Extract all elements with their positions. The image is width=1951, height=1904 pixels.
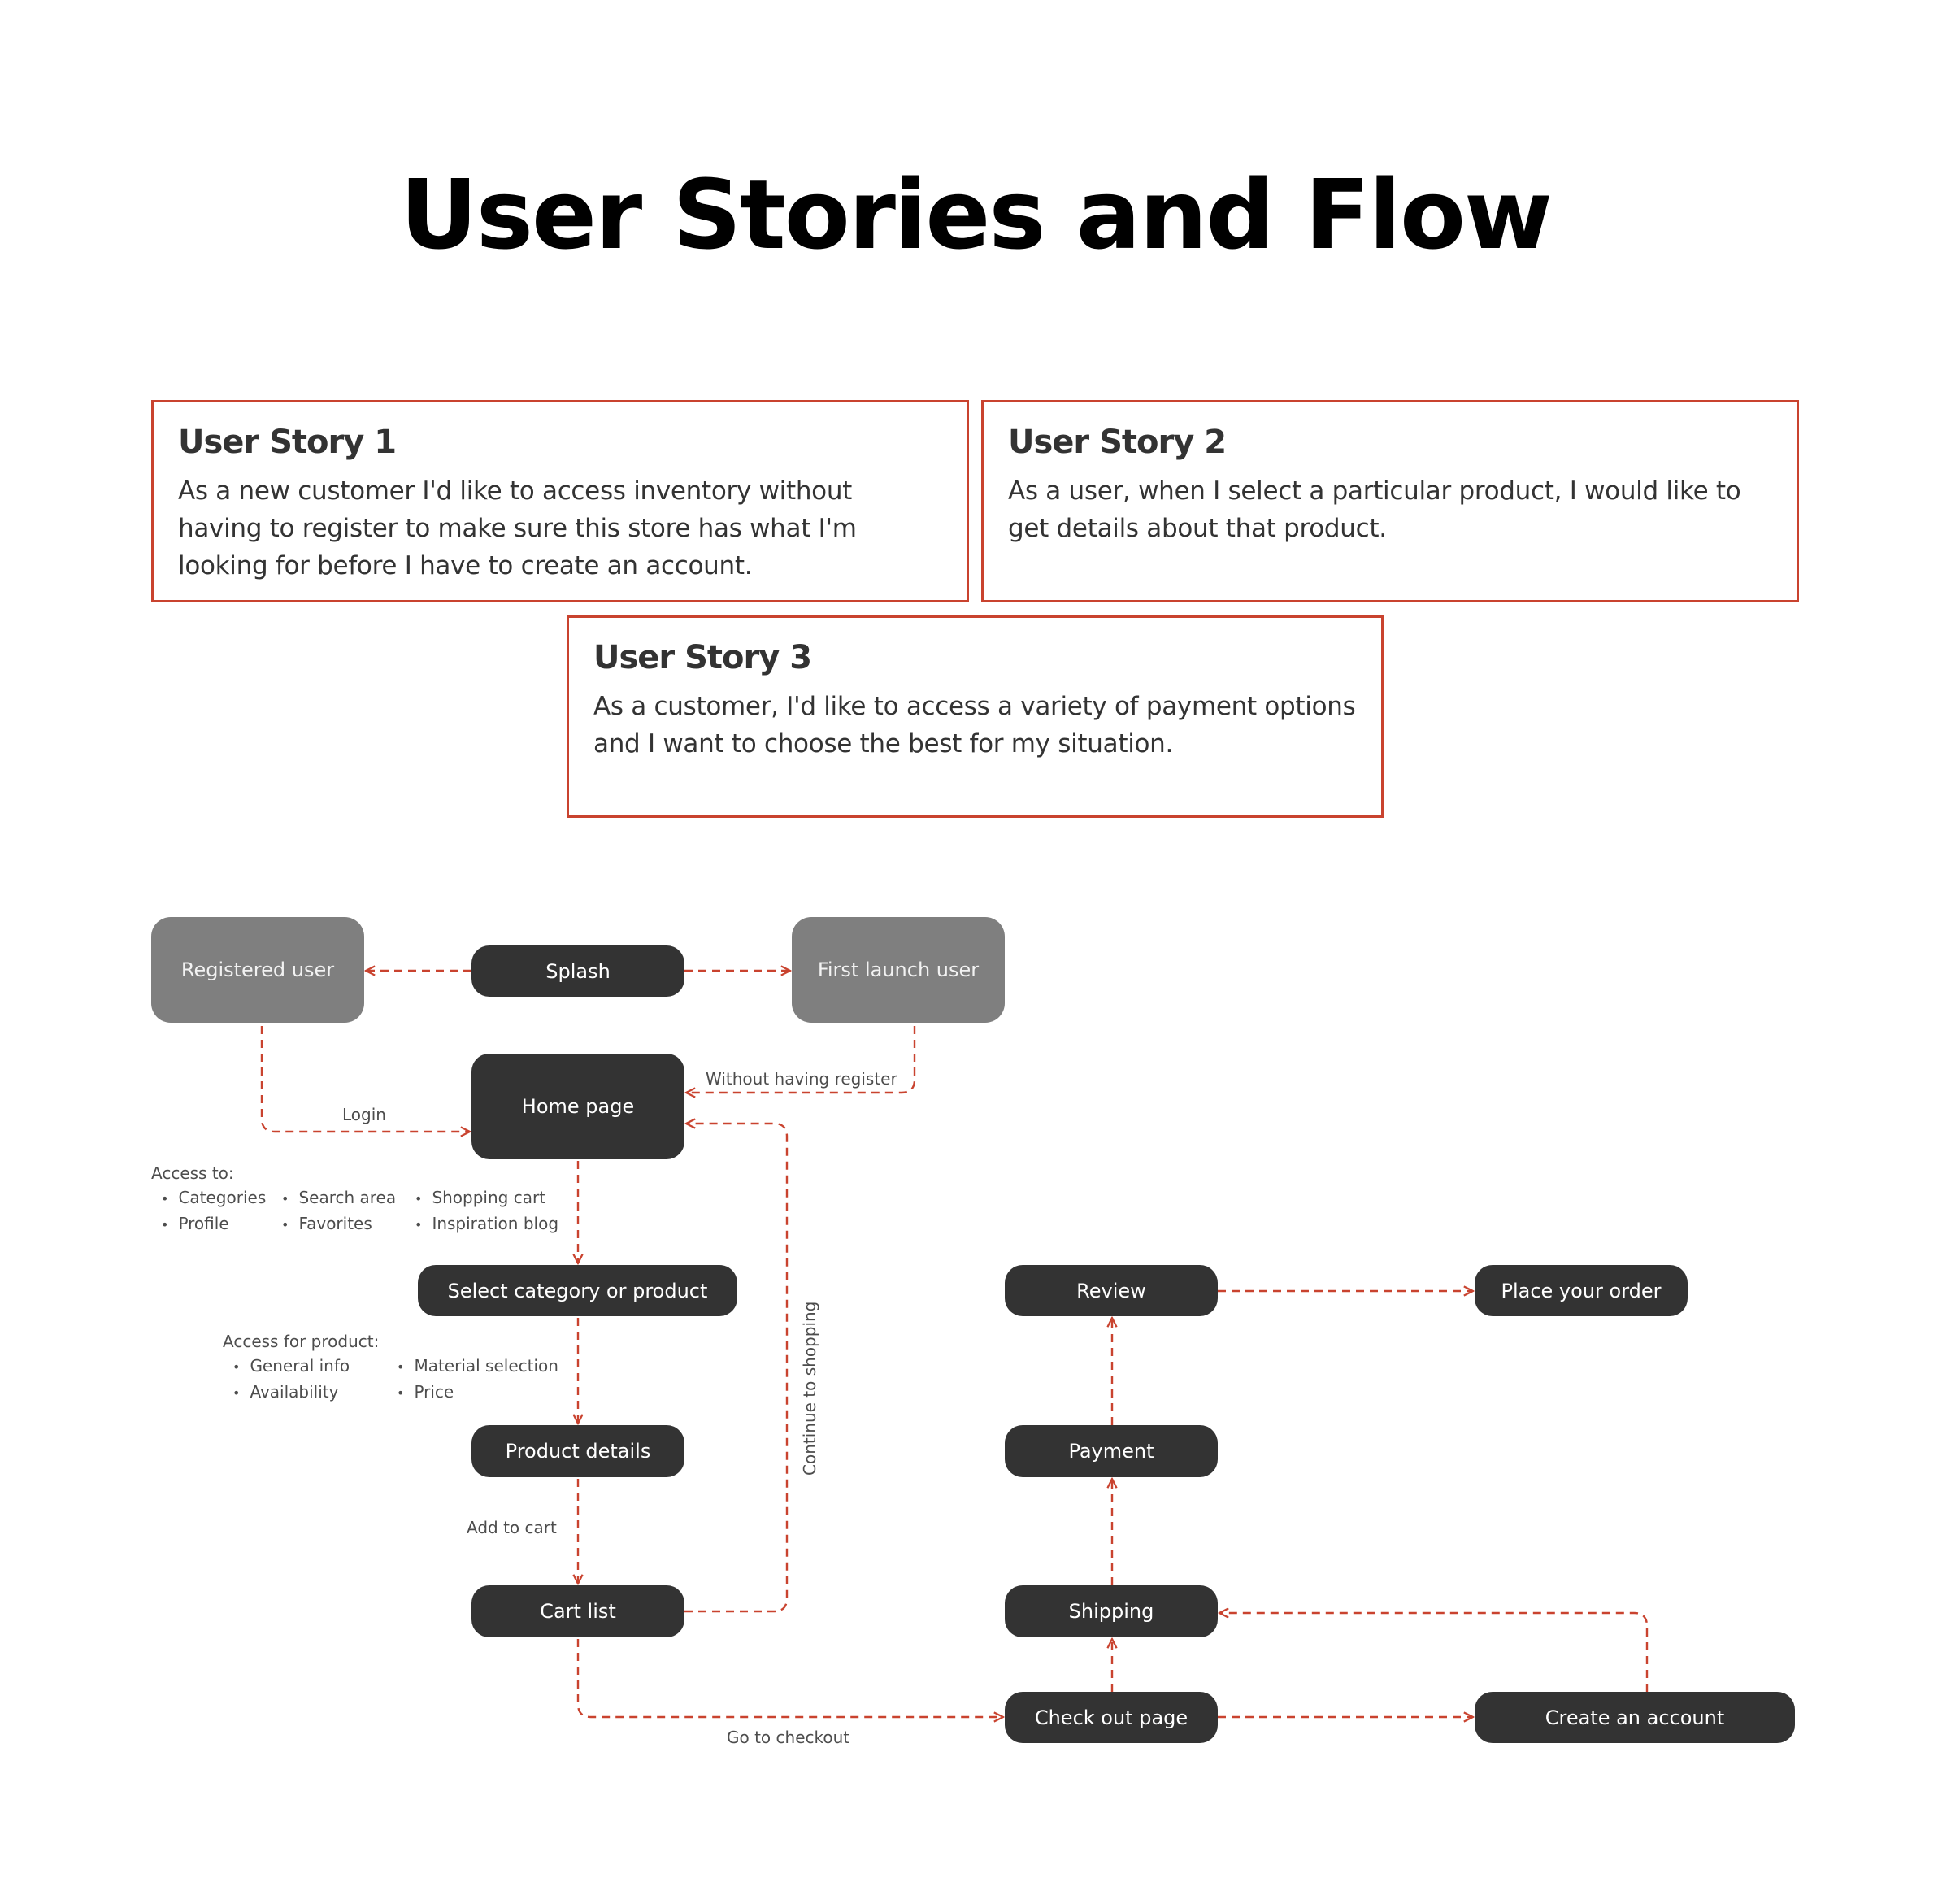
edge-label-continue-to-shopping: Continue to shopping <box>800 1301 819 1476</box>
edge-label-go-to-checkout: Go to checkout <box>727 1728 850 1747</box>
product-access-notes: Access for product: General info Materia… <box>223 1329 559 1406</box>
node-select-category-or-product: Select category or product <box>418 1265 737 1316</box>
product-access-item: Material selection <box>397 1354 559 1380</box>
node-place-your-order: Place your order <box>1475 1265 1688 1316</box>
product-access-item: General info <box>232 1354 397 1380</box>
node-splash: Splash <box>471 945 684 997</box>
product-access-heading: Access for product: <box>223 1332 380 1351</box>
home-access-item: Categories <box>161 1185 281 1211</box>
home-access-item: Shopping cart <box>415 1185 561 1211</box>
home-access-heading: Access to: <box>151 1163 234 1183</box>
node-review: Review <box>1005 1265 1218 1316</box>
node-first-launch-user: First launch user <box>792 917 1005 1023</box>
product-access-item: Price <box>397 1380 559 1406</box>
node-check-out-page: Check out page <box>1005 1692 1218 1743</box>
product-access-item: Availability <box>232 1380 397 1406</box>
edge-label-without-having-register: Without having register <box>706 1069 897 1089</box>
edge-cart-to-checkout <box>576 1639 1003 1717</box>
edge-cart-to-home <box>684 1124 789 1613</box>
node-payment: Payment <box>1005 1425 1218 1477</box>
node-create-an-account: Create an account <box>1475 1692 1795 1743</box>
home-access-item: Profile <box>161 1211 281 1237</box>
node-shipping: Shipping <box>1005 1585 1218 1637</box>
home-access-item: Favorites <box>281 1211 415 1237</box>
home-access-item: Search area <box>281 1185 415 1211</box>
node-registered-user: Registered user <box>151 917 364 1023</box>
edge-label-login: Login <box>342 1105 386 1124</box>
node-cart-list: Cart list <box>471 1585 684 1637</box>
node-product-details: Product details <box>471 1425 684 1477</box>
home-access-item: Inspiration blog <box>415 1211 561 1237</box>
home-access-notes: Access to: Categories Search area Shoppi… <box>151 1161 561 1237</box>
node-home-page: Home page <box>471 1054 684 1159</box>
edge-create-account-to-shipping <box>1219 1613 1649 1692</box>
edge-label-add-to-cart: Add to cart <box>467 1518 557 1537</box>
